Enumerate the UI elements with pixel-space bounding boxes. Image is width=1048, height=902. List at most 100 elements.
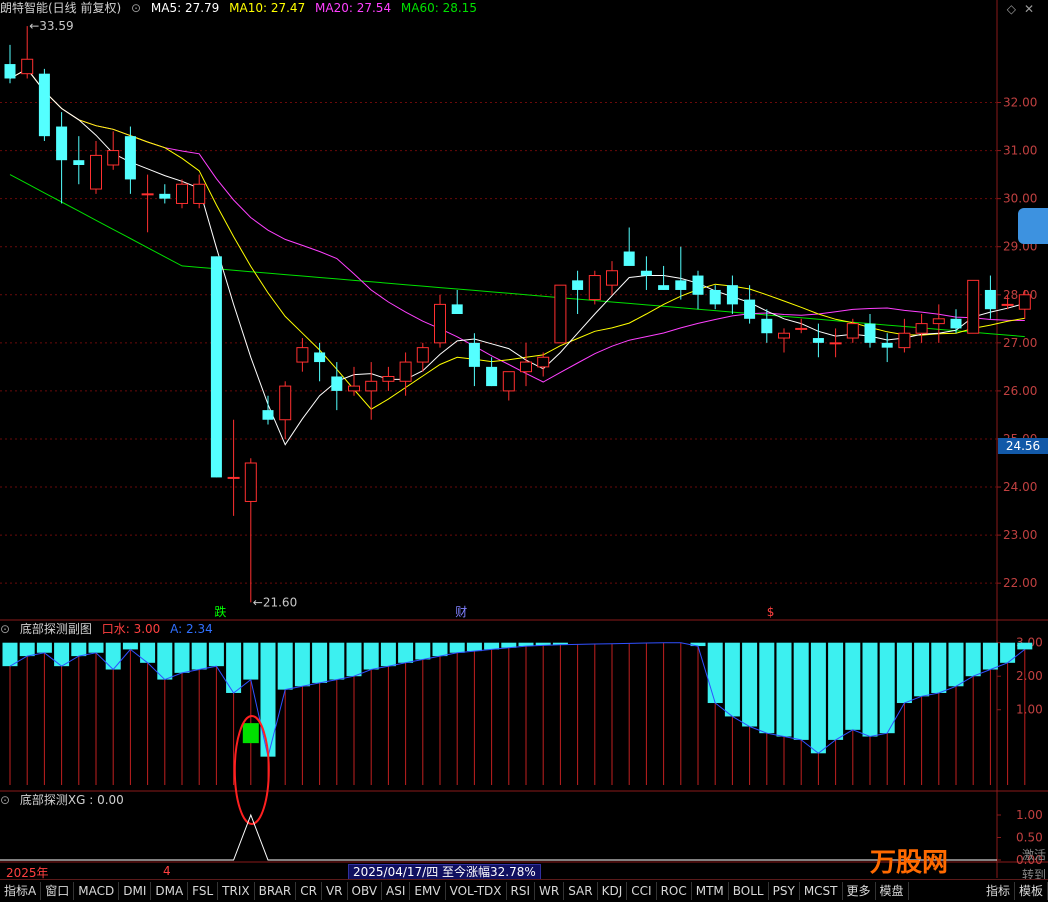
stock-title[interactable]: 朗特智能(日线 前复权) bbox=[0, 1, 121, 15]
indicator1-bar bbox=[243, 642, 259, 680]
tab-0[interactable]: 指标A bbox=[0, 882, 42, 900]
event-marker: 跌 bbox=[214, 604, 226, 619]
chevron-icon[interactable]: ⊙ bbox=[0, 622, 10, 636]
candle-body bbox=[262, 410, 274, 420]
indicator1-bar bbox=[36, 642, 52, 653]
candle-body bbox=[348, 385, 360, 392]
indicator1-bar bbox=[329, 642, 345, 680]
tab-25[interactable]: 模盘 bbox=[876, 882, 909, 900]
candle-body bbox=[658, 285, 670, 290]
tab-11[interactable]: ASI bbox=[382, 882, 411, 900]
tab-23[interactable]: MCST bbox=[800, 882, 843, 900]
ma60-line bbox=[9, 174, 1025, 338]
price-tick-label: 30.00 bbox=[1003, 192, 1037, 206]
candle-body bbox=[159, 193, 171, 199]
candle-body bbox=[434, 303, 446, 344]
candle-body bbox=[537, 356, 550, 368]
candle-body bbox=[606, 270, 618, 286]
indicator1-bar bbox=[277, 642, 293, 690]
candle-body bbox=[881, 342, 893, 348]
tab-16[interactable]: SAR bbox=[564, 882, 598, 900]
tab-6[interactable]: TRIX bbox=[218, 882, 255, 900]
candle-body bbox=[210, 256, 222, 478]
candle-body bbox=[38, 73, 50, 137]
candle-body bbox=[176, 183, 188, 204]
dropdown-icon[interactable]: ⊙ bbox=[131, 1, 141, 15]
indicator2-tick-label: 1.00 bbox=[1016, 808, 1043, 822]
tab-17[interactable]: KDJ bbox=[598, 882, 628, 900]
tab-12[interactable]: EMV bbox=[410, 882, 446, 900]
tab-21[interactable]: BOLL bbox=[729, 882, 769, 900]
tab-24[interactable]: 更多 bbox=[843, 882, 876, 900]
ma10-label: MA10: 27.47 bbox=[229, 1, 306, 15]
diamond-icon[interactable]: ◇ bbox=[1007, 2, 1016, 16]
indicator1-bar bbox=[965, 642, 981, 677]
tab-20[interactable]: MTM bbox=[692, 882, 729, 900]
candle-body bbox=[331, 376, 343, 391]
candle-body bbox=[778, 332, 790, 339]
indicator1-bar bbox=[466, 642, 482, 652]
indicator2-title[interactable]: 底部探测XG : 0.00 bbox=[20, 793, 124, 807]
kou-label: 口水: 3.00 bbox=[101, 622, 161, 636]
stock-chart[interactable]: 32.0031.0030.0029.0028.0027.0026.0025.00… bbox=[0, 0, 1048, 901]
cloud-icon[interactable] bbox=[1018, 208, 1048, 244]
candle-body bbox=[314, 352, 326, 363]
candle-body bbox=[1018, 294, 1031, 310]
ma5-line bbox=[9, 68, 1025, 446]
tab-9[interactable]: VR bbox=[322, 882, 348, 900]
indicator1-tick-label: 1.00 bbox=[1016, 703, 1043, 717]
candle-body bbox=[399, 361, 412, 382]
low-annotation: ←21.60 bbox=[253, 595, 297, 609]
candle-body bbox=[4, 64, 16, 79]
indicator1-bar bbox=[776, 642, 792, 737]
tab-3[interactable]: DMI bbox=[119, 882, 152, 900]
event-marker: $ bbox=[767, 605, 775, 619]
candle-body bbox=[795, 327, 808, 330]
tab-14[interactable]: RSI bbox=[507, 882, 536, 900]
candle-body bbox=[967, 279, 980, 334]
tab-2[interactable]: MACD bbox=[74, 882, 120, 900]
tab-8[interactable]: CR bbox=[296, 882, 322, 900]
tab-4[interactable]: DMA bbox=[151, 882, 189, 900]
candle-body bbox=[21, 58, 34, 75]
right-tab-1[interactable]: 模板 bbox=[1015, 882, 1048, 900]
tab-15[interactable]: WR bbox=[535, 882, 565, 900]
candle-body bbox=[227, 476, 240, 479]
tab-19[interactable]: ROC bbox=[657, 882, 692, 900]
right-tab-0[interactable]: 指标 bbox=[982, 882, 1015, 900]
tab-10[interactable]: OBV bbox=[348, 882, 383, 900]
main-chart-header: 朗特智能(日线 前复权) ⊙ MA5: 27.79 MA10: 27.47 MA… bbox=[0, 0, 483, 16]
indicator1-bar bbox=[948, 642, 964, 687]
indicator1-bar bbox=[346, 642, 362, 677]
current-price-tag: 24.56 bbox=[998, 438, 1048, 454]
candle-body bbox=[244, 462, 257, 502]
chevron-icon[interactable]: ⊙ bbox=[0, 793, 10, 807]
candle-body bbox=[193, 183, 206, 204]
tab-7[interactable]: BRAR bbox=[255, 882, 297, 900]
indicator1-bar bbox=[363, 642, 379, 670]
indicator1-title[interactable]: 底部探测副图 bbox=[20, 622, 92, 636]
watermark-brand: 万股网 bbox=[870, 848, 949, 878]
status-readout: 2025/04/17/四 至今涨幅32.78% bbox=[348, 864, 541, 880]
indicator-tab-bar: 指标A 窗口 MACD DMI DMA FSL TRIX BRAR CR VR OBV ASI EMV V… bbox=[0, 879, 1048, 902]
indicator1-bar bbox=[312, 642, 328, 683]
indicator1-bar bbox=[432, 642, 448, 657]
indicator1-bar bbox=[828, 642, 844, 740]
candle-body bbox=[382, 375, 395, 382]
tab-5[interactable]: FSL bbox=[188, 882, 219, 900]
price-tick-label: 24.00 bbox=[1003, 480, 1037, 494]
ma10-line bbox=[9, 68, 1025, 410]
ma60-label: MA60: 28.15 bbox=[400, 1, 477, 15]
tab-22[interactable]: PSY bbox=[769, 882, 800, 900]
tab-18[interactable]: CCI bbox=[627, 882, 657, 900]
candle-body bbox=[416, 347, 429, 363]
indicator1-bar bbox=[122, 642, 138, 650]
indicator1-bar bbox=[742, 642, 758, 727]
candle-body bbox=[984, 289, 996, 310]
price-tick-label: 22.00 bbox=[1003, 576, 1037, 590]
candle-body bbox=[675, 280, 687, 290]
price-tick-label: 32.00 bbox=[1003, 96, 1037, 110]
tab-1[interactable]: 窗口 bbox=[41, 882, 75, 900]
close-icon[interactable]: ✕ bbox=[1024, 2, 1034, 16]
tab-13[interactable]: VOL-TDX bbox=[446, 882, 507, 900]
